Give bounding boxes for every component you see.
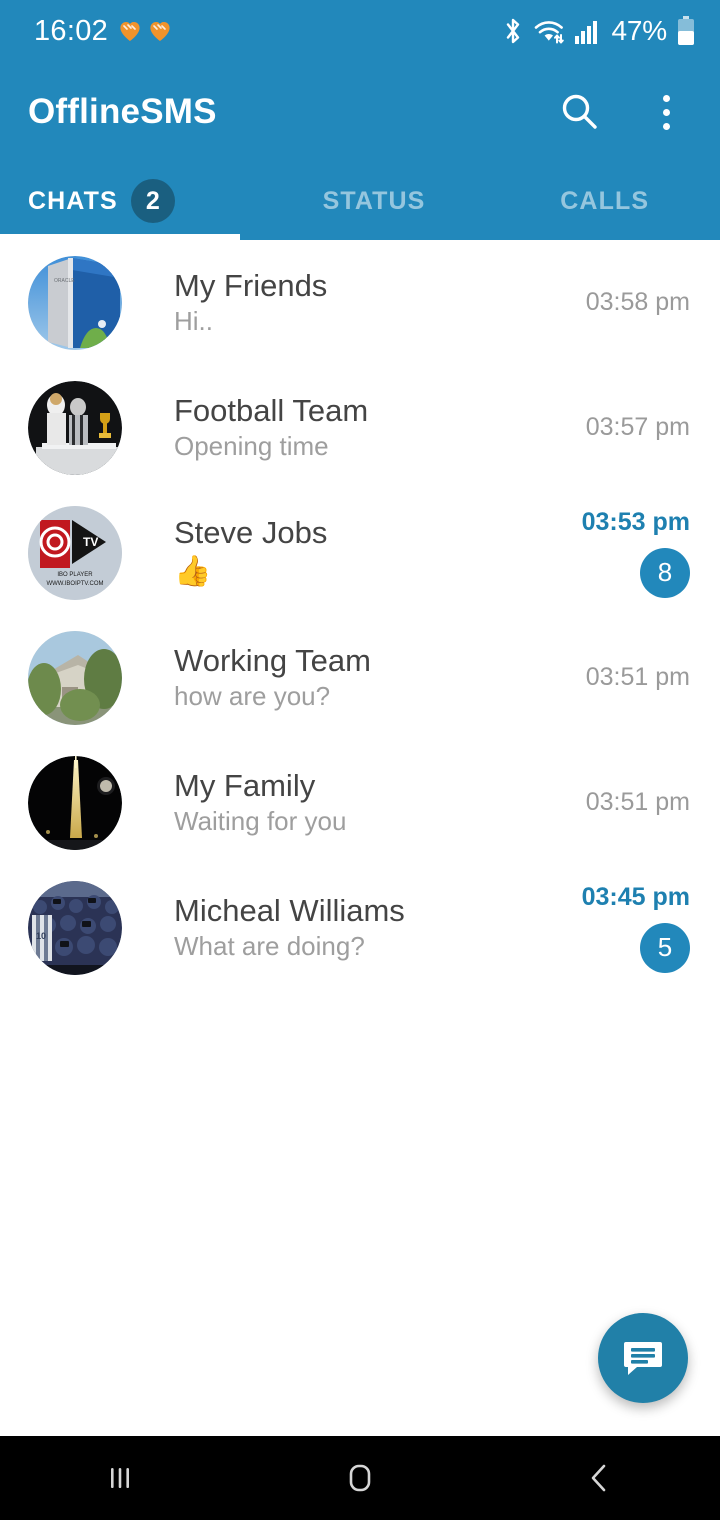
chat-text-block: Football Team Opening time (122, 394, 540, 462)
tab-bar: CHATS 2 STATUS CALLS (0, 162, 720, 240)
status-emoji-group (118, 20, 172, 42)
tab-calls-label: CALLS (560, 186, 650, 215)
tab-status-label: STATUS (322, 186, 426, 215)
chat-text-block: My Family Waiting for you (122, 769, 540, 837)
avatar[interactable] (28, 380, 122, 475)
chat-timestamp: 03:57 pm (585, 413, 690, 441)
chat-preview: how are you? (174, 682, 331, 712)
unread-count-badge: 5 (640, 922, 690, 973)
chat-name: Micheal Williams (174, 893, 405, 928)
chat-timestamp: 03:51 pm (585, 663, 690, 691)
chat-meta: 03:53 pm 8 (540, 508, 690, 598)
chat-name: My Friends (174, 268, 328, 303)
chat-name: My Family (174, 768, 316, 803)
chat-list-item[interactable]: 10 Micheal Williams What are doing? 03:4… (0, 865, 720, 990)
tab-chats-label: CHATS (28, 186, 118, 215)
house-with-trees-photo-icon (28, 630, 122, 725)
recents-button[interactable] (60, 1436, 180, 1520)
chat-preview: Opening time (174, 432, 329, 462)
battery-percent-label: 47% (611, 15, 668, 46)
chat-list[interactable]: ORACLE My Friends Hi.. 03:58 pm Football… (0, 240, 720, 1436)
chat-list-item[interactable]: Working Team how are you? 03:51 pm (0, 615, 720, 740)
back-icon (583, 1461, 617, 1495)
back-button[interactable] (540, 1436, 660, 1520)
search-button[interactable] (552, 84, 608, 140)
chat-name: Working Team (174, 643, 371, 678)
stadium-crowd-photo-icon: 10 (28, 880, 122, 975)
avatar[interactable]: ORACLE (28, 255, 122, 350)
search-icon (559, 91, 601, 133)
svg-text:ORACLE: ORACLE (54, 278, 75, 284)
chat-timestamp: 03:45 pm (581, 882, 690, 911)
chat-name: Football Team (174, 393, 369, 428)
recents-icon (103, 1461, 137, 1495)
svg-text:10: 10 (36, 931, 46, 941)
chat-timestamp: 03:58 pm (585, 288, 690, 316)
status-clock: 16:02 (34, 14, 109, 47)
home-button[interactable] (300, 1436, 420, 1520)
app-title: OfflineSMS (28, 92, 217, 131)
heart-emoji-icon (118, 20, 142, 42)
phone-screen: 16:02 47% OfflineSMS CHATS 2 STATUS CALL… (0, 0, 720, 1520)
chat-text-block: Micheal Williams What are doing? (122, 894, 540, 962)
tab-status[interactable]: STATUS (259, 162, 490, 240)
chat-meta: 03:58 pm (540, 288, 690, 317)
ibo-player-tv-logo-icon: TV IBO PLAYER WWW.IBOIPTV.COM (28, 505, 122, 600)
chat-meta: 03:51 pm (540, 788, 690, 817)
chat-name: Steve Jobs (174, 516, 328, 551)
chat-meta: 03:51 pm (540, 663, 690, 692)
office-building-photo-icon: ORACLE (28, 255, 122, 350)
night-skyscraper-photo-icon (28, 755, 122, 850)
android-navigation-bar (0, 1436, 720, 1520)
chat-timestamp: 03:53 pm (581, 507, 690, 536)
avatar[interactable]: TV IBO PLAYER WWW.IBOIPTV.COM (28, 505, 122, 600)
chat-list-item[interactable]: ORACLE My Friends Hi.. 03:58 pm (0, 240, 720, 365)
chat-list-item[interactable]: TV IBO PLAYER WWW.IBOIPTV.COM Steve Jobs… (0, 490, 720, 615)
chat-list-item[interactable]: Football Team Opening time 03:57 pm (0, 365, 720, 490)
chat-timestamp: 03:51 pm (585, 788, 690, 816)
chat-preview: Hi.. (174, 307, 213, 337)
cellular-signal-icon (574, 17, 600, 45)
bluetooth-icon (502, 16, 524, 46)
chat-text-block: Steve Jobs 👍 (122, 516, 540, 588)
more-vertical-icon (662, 94, 670, 130)
chat-preview: Waiting for you (174, 807, 347, 837)
app-toolbar: OfflineSMS (0, 62, 720, 162)
chat-text-block: My Friends Hi.. (122, 269, 540, 337)
new-chat-fab[interactable] (598, 1313, 688, 1403)
new-message-icon (621, 1336, 665, 1380)
battery-icon (676, 15, 696, 47)
svg-text:WWW.IBOIPTV.COM: WWW.IBOIPTV.COM (46, 581, 103, 587)
svg-text:TV: TV (83, 535, 98, 549)
chat-meta: 03:57 pm (540, 413, 690, 442)
chat-text-block: Working Team how are you? (122, 644, 540, 712)
status-bar-left: 16:02 (34, 15, 172, 48)
chat-meta: 03:45 pm 5 (540, 883, 690, 973)
overflow-menu-button[interactable] (638, 84, 694, 140)
avatar[interactable] (28, 630, 122, 725)
svg-text:IBO PLAYER: IBO PLAYER (57, 572, 93, 578)
toolbar-actions (552, 84, 694, 140)
chat-preview: 👍 (174, 555, 212, 589)
status-bar-right: 47% (502, 15, 696, 47)
unread-count-badge: 8 (640, 547, 690, 598)
trophy-ceremony-photo-icon (28, 380, 122, 475)
chat-preview: What are doing? (174, 932, 365, 962)
avatar[interactable] (28, 755, 122, 850)
home-icon (343, 1461, 377, 1495)
heart-emoji-icon (148, 20, 172, 42)
tab-calls[interactable]: CALLS (489, 162, 720, 240)
wifi-icon (533, 17, 565, 45)
tab-chats-badge: 2 (130, 179, 175, 223)
chat-list-item[interactable]: My Family Waiting for you 03:51 pm (0, 740, 720, 865)
tab-chats[interactable]: CHATS 2 (0, 162, 259, 240)
status-bar: 16:02 47% (0, 0, 720, 62)
avatar[interactable]: 10 (28, 880, 122, 975)
